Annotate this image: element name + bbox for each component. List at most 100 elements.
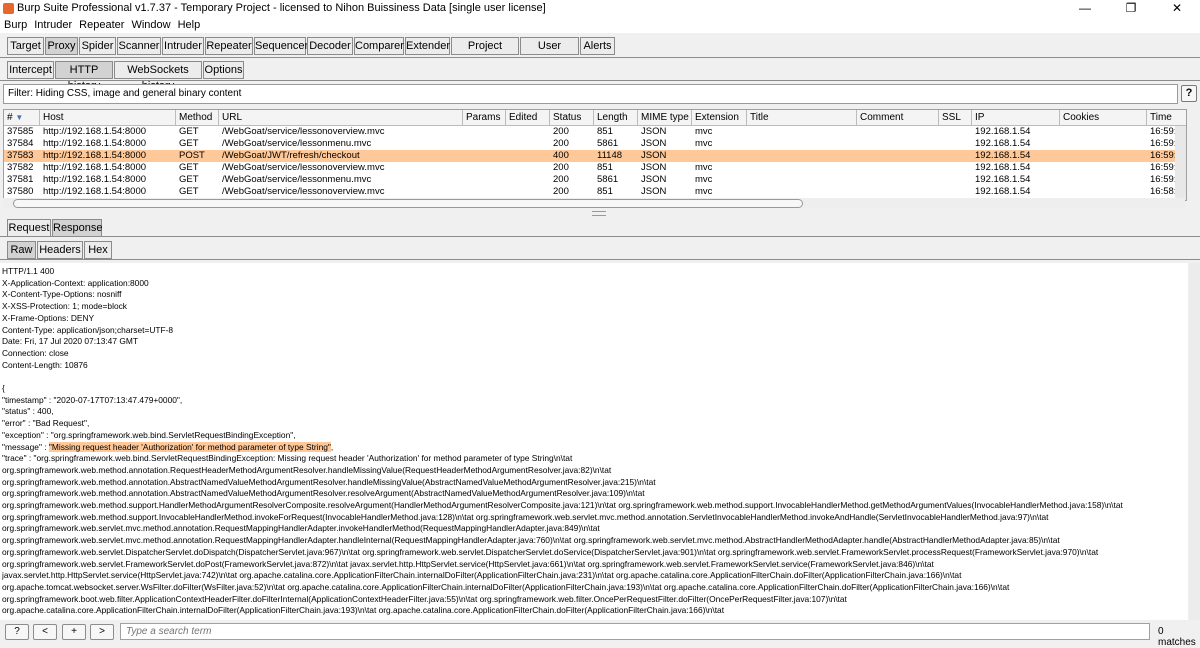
menu-window[interactable]: Window (127, 17, 173, 31)
cell-title (747, 126, 857, 138)
cell-extension: mvc (695, 138, 713, 149)
tab-spider[interactable]: Spider (79, 37, 116, 55)
cell-url: /WebGoat/service/lessonoverview.mvc (222, 162, 385, 173)
column-header-length[interactable]: Length (594, 110, 638, 125)
table-row[interactable]: 37583 http://192.168.1.54:8000 POST/WebGoa… (4, 150, 1186, 162)
cell-number: 37582 (7, 162, 34, 173)
tab-http-history[interactable]: HTTP history (55, 61, 113, 92)
cell-extension: mvc (695, 174, 713, 185)
cell-extension (692, 150, 747, 162)
tab-hex[interactable]: Hex (84, 241, 112, 259)
cell-edited (506, 186, 550, 198)
cell-ssl (939, 174, 972, 186)
cell-host: http://192.168.1.54:8000 (43, 150, 147, 161)
message-tabs-divider (0, 236, 1200, 237)
menu-repeater[interactable]: Repeater (75, 17, 127, 31)
tab-request[interactable]: Request (7, 219, 51, 237)
tab-extender[interactable]: Extender (405, 37, 450, 55)
table-row[interactable]: 37585 http://192.168.1.54:8000 GET/WebGoat… (4, 126, 1186, 138)
tab-headers[interactable]: Headers (37, 241, 83, 259)
message-suffix: , (330, 441, 334, 452)
search-previous-button[interactable]: < (33, 624, 57, 640)
column-header-mime-type[interactable]: MIME type (638, 110, 692, 125)
column-header-extension[interactable]: Extension (692, 110, 747, 125)
tab-project-options[interactable]: Project options (451, 37, 519, 68)
pane-splitter[interactable] (0, 210, 1200, 216)
response-line: Connection: close (2, 347, 69, 358)
search-help-button[interactable]: ? (5, 624, 29, 640)
cell-url: /WebGoat/service/lessonmenu.mvc (222, 138, 372, 149)
cell-url: /WebGoat/service/lessonmenu.mvc (222, 174, 372, 185)
history-vertical-scrollbar[interactable] (1175, 126, 1186, 200)
horizontal-scroll-thumb[interactable] (13, 199, 803, 208)
column-header-comment[interactable]: Comment (857, 110, 939, 125)
filter-bar[interactable]: Filter: Hiding CSS, image and general bi… (3, 84, 1178, 104)
column-header-status[interactable]: Status (550, 110, 594, 125)
cell-params (463, 138, 506, 150)
tab-repeater[interactable]: Repeater (205, 37, 253, 55)
cell-edited (506, 138, 550, 150)
cell-mime-type: JSON (641, 126, 667, 137)
cell-ip: 192.168.1.54 (975, 138, 1031, 149)
help-button[interactable]: ? (1181, 85, 1197, 102)
cell-params (463, 186, 506, 198)
tab-sequencer[interactable]: Sequencer (254, 37, 308, 55)
table-header: # ▼ Host Method URL Params Edited Status… (4, 110, 1186, 126)
column-header-time[interactable]: Time (1147, 110, 1186, 125)
response-editor[interactable]: HTTP/1.1 400 X-Application-Context: appli… (0, 263, 1188, 620)
tab-scanner[interactable]: Scanner (117, 37, 161, 55)
tab-websockets-history[interactable]: WebSockets history (114, 61, 202, 92)
tab-intruder[interactable]: Intruder (162, 37, 204, 55)
cell-number: 37583 (7, 150, 34, 161)
response-vertical-scrollbar[interactable] (1189, 263, 1200, 620)
cell-ip: 192.168.1.54 (975, 174, 1031, 185)
tab-target[interactable]: Target (7, 37, 44, 55)
cell-ssl (939, 162, 972, 174)
column-header-edited[interactable]: Edited (506, 110, 550, 125)
cell-url: /WebGoat/service/lessonoverview.mvc (222, 126, 385, 137)
menu-intruder[interactable]: Intruder (30, 17, 75, 31)
column-header-method[interactable]: Method (176, 110, 219, 125)
tab-proxy[interactable]: Proxy (45, 37, 78, 55)
tab-decoder[interactable]: Decoder (307, 37, 353, 55)
tab-comparer[interactable]: Comparer (354, 37, 404, 55)
search-next-button[interactable]: > (90, 624, 114, 640)
column-header-url[interactable]: URL (219, 110, 463, 125)
cell-status: 400 (553, 150, 569, 161)
cell-number: 37585 (7, 126, 34, 137)
cell-params (463, 150, 506, 162)
search-input[interactable] (120, 623, 1150, 640)
column-header-number[interactable]: # ▼ (4, 110, 40, 125)
column-header-params[interactable]: Params (463, 110, 506, 125)
cell-length: 851 (597, 186, 613, 197)
tab-user-options[interactable]: User options (520, 37, 579, 68)
tab-raw[interactable]: Raw (7, 241, 36, 259)
close-button[interactable]: ✕ (1154, 0, 1200, 17)
tab-intercept[interactable]: Intercept (7, 61, 54, 79)
history-horizontal-scrollbar[interactable] (3, 198, 1185, 208)
column-header-cookies[interactable]: Cookies (1060, 110, 1147, 125)
tab-response[interactable]: Response (52, 219, 103, 237)
table-row[interactable]: 37580 http://192.168.1.54:8000 GET/WebGoat… (4, 186, 1186, 198)
tab-alerts[interactable]: Alerts (580, 37, 615, 55)
tab-options[interactable]: Options (203, 61, 244, 79)
maximize-button[interactable]: ❐ (1108, 0, 1154, 17)
response-line: org.springframework.web.servlet.mvc.meth… (2, 523, 600, 534)
column-header-host[interactable]: Host (40, 110, 176, 125)
highlighted-message-value: "Missing request header 'Authorization' … (48, 441, 331, 452)
cell-status: 200 (553, 162, 569, 173)
table-row[interactable]: 37584 http://192.168.1.54:8000 GET/WebGoat… (4, 138, 1186, 150)
response-line: org.springframework.web.servlet.mvc.meth… (2, 535, 1060, 546)
menu-help[interactable]: Help (174, 17, 204, 31)
menu-burp[interactable]: Burp (0, 17, 30, 31)
column-header-ssl[interactable]: SSL (939, 110, 972, 125)
cell-number: 37581 (7, 174, 34, 185)
response-line: X-Frame-Options: DENY (2, 312, 95, 323)
search-add-button[interactable]: + (62, 624, 86, 640)
table-row[interactable]: 37582 http://192.168.1.54:8000 GET/WebGoat… (4, 162, 1186, 174)
column-header-ip[interactable]: IP (972, 110, 1060, 125)
minimize-button[interactable]: — (1062, 0, 1108, 17)
column-header-title[interactable]: Title (747, 110, 857, 125)
cell-ip: 192.168.1.54 (975, 162, 1031, 173)
table-row[interactable]: 37581 http://192.168.1.54:8000 GET/WebGoat… (4, 174, 1186, 186)
